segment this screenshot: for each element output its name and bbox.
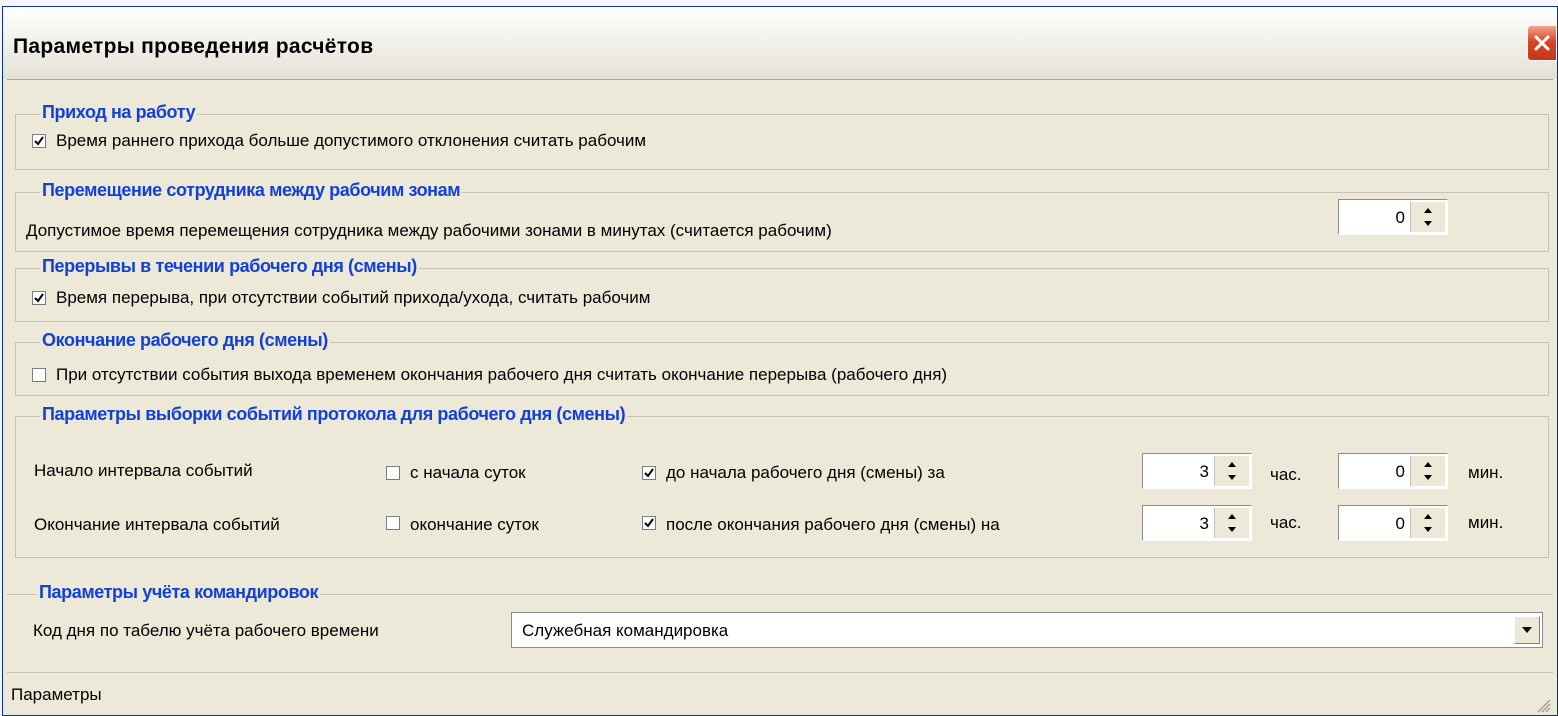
group-arrival: Приход на работу Время раннего прихода б… xyxy=(15,102,1549,170)
spin-up-icon[interactable] xyxy=(1223,510,1241,523)
group-movement: Перемещение сотрудника между рабочим зон… xyxy=(15,180,1549,252)
window-title: Параметры проведения расчётов xyxy=(13,35,374,58)
spinner-value: 0 xyxy=(1395,462,1405,481)
spinner-buttons[interactable] xyxy=(1410,202,1445,232)
movement-time-label: Допустимое время перемещения сотрудника … xyxy=(26,221,832,240)
checkmark-icon xyxy=(34,293,44,303)
close-button[interactable] xyxy=(1527,25,1557,61)
spinner-value: 3 xyxy=(1199,462,1209,481)
end-hours-unit: час. xyxy=(1270,513,1302,532)
spinner-value: 0 xyxy=(1395,514,1405,533)
status-text: Параметры xyxy=(11,685,102,704)
status-bar: Параметры xyxy=(7,672,1553,715)
group-title: Перемещение сотрудника между рабочим зон… xyxy=(40,180,463,201)
group-breaks: Перерывы в течении рабочего дня (смены) … xyxy=(15,256,1549,322)
day-end-checkbox[interactable] xyxy=(386,516,400,530)
break-time-checkbox[interactable] xyxy=(32,291,46,305)
group-title: Приход на работу xyxy=(40,102,198,123)
start-hours-spinner[interactable]: 3 xyxy=(1142,453,1252,489)
end-minutes-spinner[interactable]: 0 xyxy=(1338,505,1448,541)
no-exit-event-label[interactable]: При отсутствии события выхода временем о… xyxy=(56,365,947,385)
timesheet-code-label: Код дня по табелю учёта рабочего времени xyxy=(33,621,379,640)
spinner-value: 0 xyxy=(1395,208,1405,227)
resize-grip-icon[interactable] xyxy=(1535,697,1551,713)
dropdown-button[interactable] xyxy=(1514,616,1540,644)
spinner-buttons[interactable] xyxy=(1410,456,1445,486)
group-title: Параметры выборки событий протокола для … xyxy=(40,404,628,425)
spinner-buttons[interactable] xyxy=(1410,508,1445,538)
before-shift-label[interactable]: до начала рабочего дня (смены) за xyxy=(666,463,945,483)
dialog-content: Приход на работу Время раннего прихода б… xyxy=(7,79,1553,715)
group-title: Перерывы в течении рабочего дня (смены) xyxy=(40,256,419,277)
spinner-value: 3 xyxy=(1199,514,1209,533)
spin-down-icon[interactable] xyxy=(1223,523,1241,536)
interval-start-label: Начало интервала событий xyxy=(34,461,253,480)
dialog-window: Параметры проведения расчётов Приход на … xyxy=(2,6,1558,716)
group-end-of-day: Окончание рабочего дня (смены) При отсут… xyxy=(15,330,1549,396)
timesheet-code-dropdown[interactable]: Служебная командировка xyxy=(511,612,1543,648)
checkmark-icon xyxy=(644,468,654,478)
group-protocol-sampling: Параметры выборки событий протокола для … xyxy=(15,404,1549,558)
start-minutes-spinner[interactable]: 0 xyxy=(1338,453,1448,489)
end-minutes-unit: мин. xyxy=(1468,513,1504,532)
group-title: Окончание рабочего дня (смены) xyxy=(40,330,330,351)
no-exit-event-checkbox[interactable] xyxy=(32,368,46,382)
spin-down-icon[interactable] xyxy=(1419,523,1437,536)
spinner-buttons[interactable] xyxy=(1214,508,1249,538)
spin-up-icon[interactable] xyxy=(1223,458,1241,471)
day-end-label[interactable]: окончание суток xyxy=(410,515,539,535)
from-day-start-checkbox[interactable] xyxy=(386,466,400,480)
spin-down-icon[interactable] xyxy=(1419,471,1437,484)
spin-down-icon[interactable] xyxy=(1223,471,1241,484)
early-arrival-label[interactable]: Время раннего прихода больше допустимого… xyxy=(56,131,646,151)
spinner-buttons[interactable] xyxy=(1214,456,1249,486)
end-hours-spinner[interactable]: 3 xyxy=(1142,505,1252,541)
checkmark-icon xyxy=(644,518,654,528)
spin-up-icon[interactable] xyxy=(1419,510,1437,523)
spin-up-icon[interactable] xyxy=(1419,204,1437,217)
chevron-down-icon xyxy=(1522,627,1532,633)
title-bar[interactable]: Параметры проведения расчётов xyxy=(3,7,1557,79)
close-icon xyxy=(1534,35,1550,51)
movement-minutes-spinner[interactable]: 0 xyxy=(1338,199,1448,235)
spin-down-icon[interactable] xyxy=(1419,217,1437,230)
after-shift-checkbox[interactable] xyxy=(642,516,656,530)
start-minutes-unit: мин. xyxy=(1468,463,1504,482)
break-time-label[interactable]: Время перерыва, при отсутствии событий п… xyxy=(56,288,650,308)
after-shift-label[interactable]: после окончания рабочего дня (смены) на xyxy=(666,515,1000,535)
interval-end-label: Окончание интервала событий xyxy=(34,515,280,534)
start-hours-unit: час. xyxy=(1270,465,1302,484)
spin-up-icon[interactable] xyxy=(1419,458,1437,471)
from-day-start-label[interactable]: с начала суток xyxy=(410,463,526,483)
checkmark-icon xyxy=(34,136,44,146)
early-arrival-checkbox[interactable] xyxy=(32,134,46,148)
dropdown-value: Служебная командировка xyxy=(522,621,729,640)
before-shift-checkbox[interactable] xyxy=(642,466,656,480)
group-title: Параметры учёта командировок xyxy=(37,582,321,603)
